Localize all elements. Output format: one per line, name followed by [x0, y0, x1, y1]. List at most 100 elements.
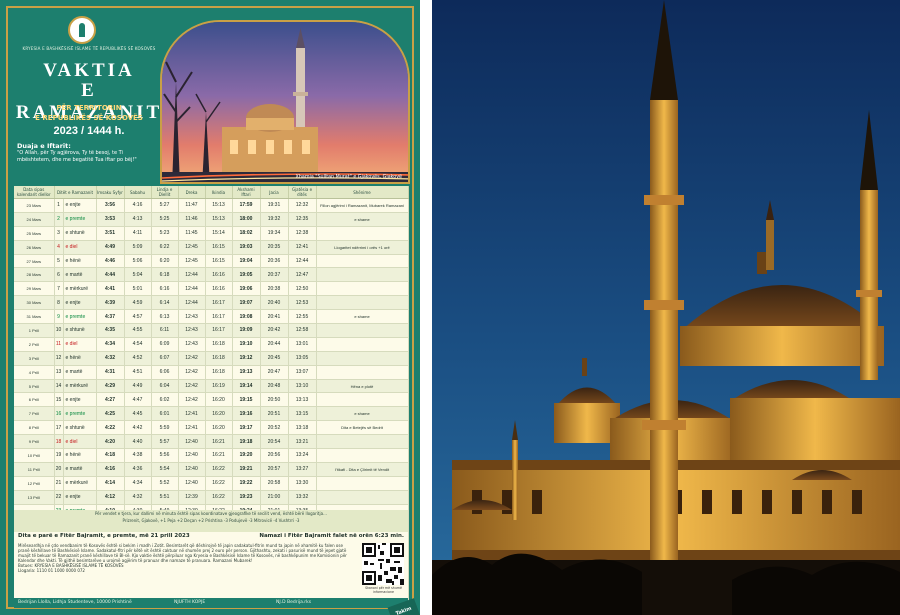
timetable-note	[316, 392, 409, 408]
timetable-jacia: 19:32	[260, 212, 289, 227]
timetable-sabah: 5:01	[124, 281, 152, 297]
timetable-iftar: 19:04	[232, 254, 261, 269]
timetable-date: 24 Mars	[14, 212, 55, 227]
timetable-sunrise: 5:52	[151, 476, 179, 491]
timetable-sabah: 4:32	[124, 490, 152, 505]
timetable-imsak: 4:32	[96, 351, 125, 366]
timetable-note: Hëna e plotë	[316, 379, 409, 394]
timetable-ramadan-day-number: 1	[54, 198, 64, 213]
timetable-ramadan-day-number: 19	[54, 448, 64, 463]
timetable-note: Fillon agjërimi i Ramazanit, Mubarek Ram…	[316, 198, 409, 213]
info-paragraph: Mirëseardhja në çdo vendbanim të Kosovës…	[14, 542, 359, 598]
timetable-date: 23 Mars	[14, 198, 55, 213]
timetable-ikindia: 16:22	[205, 490, 233, 505]
timetable-iftar: 19:12	[232, 351, 261, 366]
timetable-imsak: 4:20	[96, 434, 125, 450]
timetable-day-length: 13:05	[288, 351, 317, 366]
table-row: 1 Prill 10 e shtunë 4:35 4:55 6:11 12:43 16:17 1…	[14, 323, 409, 338]
timetable-dreka: 12:42	[178, 365, 206, 380]
timetable-weekday: e mërkurë	[63, 379, 97, 394]
timetable-iftar: 17:59	[232, 198, 261, 213]
timetable-ramadan-day-number: 18	[54, 434, 64, 450]
timetable-day-length: 13:21	[288, 434, 317, 450]
table-row: 7 Prill 16 e premte 4:25 4:45 6:01 12:41 16:20 1…	[14, 406, 409, 422]
table-row: 9 Prill 18 e diel 4:20 4:40 5:57 12:40 16:21 19:…	[14, 434, 409, 450]
timetable-weekday: e diel	[63, 434, 97, 450]
poster-footer: Bedrijan Llolla, Lidhja Studenteve, 1000…	[14, 598, 408, 608]
timetable-date: 29 Mars	[14, 281, 55, 297]
timetable-sabah: 5:04	[124, 267, 152, 283]
timetable-day-length: 13:15	[288, 406, 317, 422]
timetable-sunrise: 6:02	[151, 392, 179, 408]
timetable-day-length: 13:32	[288, 490, 317, 505]
timetable-dreka: 12:45	[178, 240, 206, 255]
timetable-ikindia: 16:18	[205, 351, 233, 366]
timetable-day-length: 12:50	[288, 281, 317, 297]
timetable-weekday: e premte	[63, 212, 97, 227]
timetable-sabah: 4:34	[124, 476, 152, 491]
timetable-sunrise: 5:56	[151, 448, 179, 463]
timetable-sunrise: 5:27	[151, 198, 179, 213]
timetable-date: 10 Prill	[14, 448, 55, 463]
mosque-photo-frame: Xhamia "Sulltan Murat" e Gjakovës, Gjako…	[160, 20, 410, 184]
timetable-ikindia: 16:20	[205, 392, 233, 408]
organization-logo-icon	[68, 16, 96, 44]
header-dreka: Dreka	[178, 186, 206, 199]
timetable-jacia: 20:40	[260, 295, 289, 311]
timetable-dreka: 12:42	[178, 351, 206, 366]
timetable-weekday: e premte	[63, 309, 97, 325]
timetable-sabah: 4:57	[124, 309, 152, 325]
timetable-ikindia: 16:16	[205, 281, 233, 297]
timetable-iftar: 19:15	[232, 392, 261, 408]
timetable-ikindia: 16:15	[205, 240, 233, 255]
timetable-iftar: 19:07	[232, 295, 261, 311]
timetable-day-length: 12:53	[288, 295, 317, 311]
regional-note-line-1: Për vendet e tjera, kur dallimi në minut…	[94, 511, 328, 516]
timetable-imsak: 4:14	[96, 476, 125, 491]
timetable-dreka: 12:44	[178, 267, 206, 283]
timetable-dreka: 12:40	[178, 434, 206, 450]
timetable-day-length: 12:38	[288, 226, 317, 241]
table-row: 11 Prill 20 e martë 4:16 4:36 5:54 12:40 16:22 1…	[14, 462, 409, 477]
timetable-jacia: 20:44	[260, 337, 289, 352]
timetable-jacia: 20:45	[260, 351, 289, 366]
table-row: 8 Prill 17 e shtunë 4:22 4:42 5:59 12:41 16:20 1…	[14, 420, 409, 436]
timetable-day-length: 12:47	[288, 267, 317, 283]
timetable-sabah: 4:49	[124, 379, 152, 394]
timetable-jacia: 20:50	[260, 392, 289, 408]
timetable-sabah: 4:47	[124, 392, 152, 408]
timetable-sunrise: 6:16	[151, 281, 179, 297]
timetable-day-length: 13:10	[288, 379, 317, 394]
timetable-imsak: 4:27	[96, 392, 125, 408]
table-row: 29 Mars 7 e mërkurë 4:41 5:01 6:16 12:44 16:16 1…	[14, 281, 409, 297]
table-row: 3 Prill 12 e hënë 4:32 4:52 6:07 12:42 16:18 19:…	[14, 351, 409, 366]
timetable-ramadan-day-number: 3	[54, 226, 64, 241]
timetable-date: 12 Prill	[14, 476, 55, 491]
timetable-day-length: 12:58	[288, 323, 317, 338]
qr-code-icon[interactable]	[362, 543, 404, 585]
timetable-sabah: 4:59	[124, 295, 152, 311]
timetable-ikindia: 15:13	[205, 198, 233, 213]
timetable-date: 9 Prill	[14, 434, 55, 450]
timetable-ikindia: 16:15	[205, 254, 233, 269]
timetable-day-length: 12:35	[288, 212, 317, 227]
timetable-sabah: 4:38	[124, 448, 152, 463]
timetable-ikindia: 16:20	[205, 406, 233, 422]
timetable-imsak: 4:29	[96, 379, 125, 394]
timetable-ramadan-day-number: 12	[54, 351, 64, 366]
timetable-ramadan-day-number: 6	[54, 267, 64, 283]
timetable-ikindia: 15:14	[205, 226, 233, 241]
timetable-jacia: 20:51	[260, 406, 289, 422]
timetable-ramadan-day-number: 13	[54, 365, 64, 380]
timetable-weekday: e hënë	[63, 448, 97, 463]
timetable-date: 30 Mars	[14, 295, 55, 311]
table-row: 5 Prill 14 e mërkurë 4:29 4:49 6:04 12:42 16:19…	[14, 379, 409, 394]
timetable-sabah: 4:40	[124, 434, 152, 450]
timetable-iftar: 18:00	[232, 212, 261, 227]
timetable-note: Dita e Betejës së Bedrit	[316, 420, 409, 436]
timetable-weekday: e mërkurë	[63, 476, 97, 491]
timetable-ramadan-day-number: 4	[54, 240, 64, 255]
timetable-day-length: 13:18	[288, 420, 317, 436]
timetable-sunrise: 6:13	[151, 309, 179, 325]
timetable-sunrise: 5:23	[151, 226, 179, 241]
